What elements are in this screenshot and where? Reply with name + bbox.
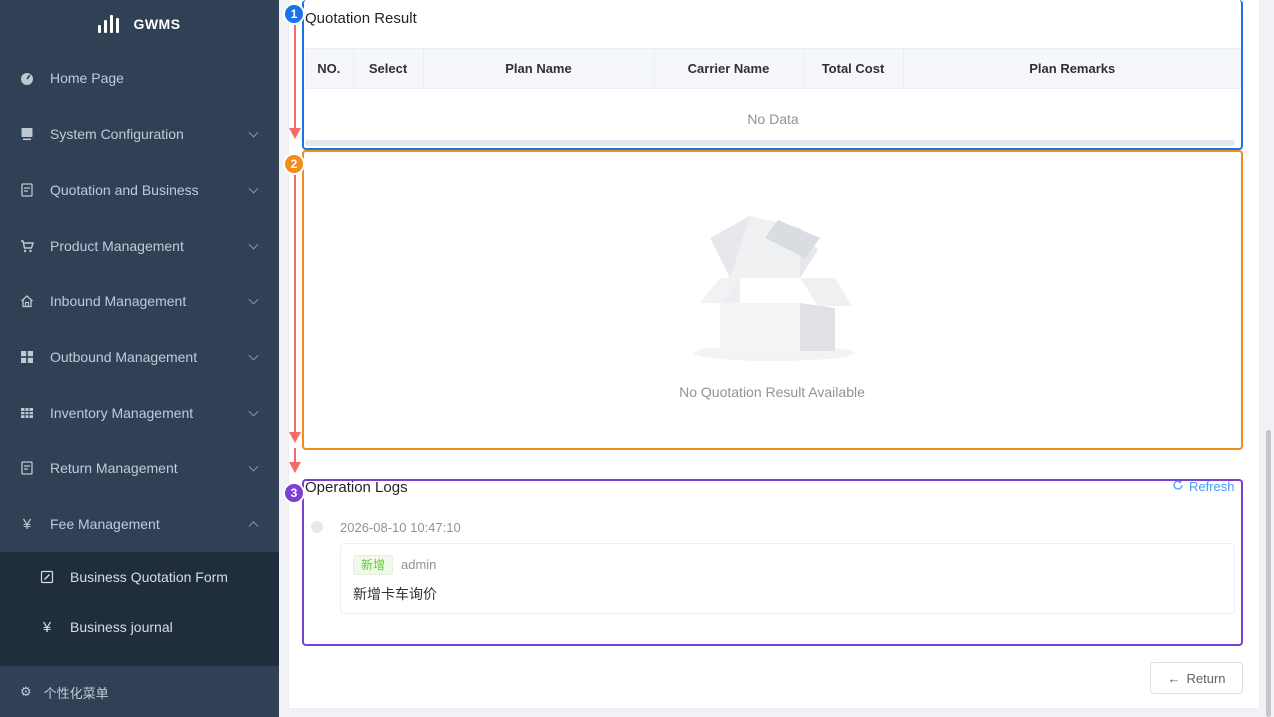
annotation-badge-2: 2 bbox=[283, 153, 305, 175]
sidebar-item-system-configuration[interactable]: System Configuration bbox=[0, 106, 279, 162]
sidebar-item-label: Home Page bbox=[50, 70, 124, 86]
sidebar-item-label: Quotation and Business bbox=[50, 182, 199, 198]
chevron-down-icon bbox=[248, 461, 259, 472]
cart-icon bbox=[20, 239, 34, 253]
sidebar-item-label: Outbound Management bbox=[50, 349, 198, 365]
arrow-left-icon: ← bbox=[1167, 670, 1181, 686]
sidebar-item-label: Inbound Management bbox=[50, 293, 187, 309]
sidebar-subitem-label: Business Quotation Form bbox=[70, 569, 228, 585]
page-scrollbar[interactable] bbox=[1266, 430, 1271, 717]
logo[interactable]: GWMS bbox=[0, 0, 279, 48]
chevron-down-icon bbox=[248, 294, 259, 305]
sidebar-item-return-management[interactable]: Return Management bbox=[0, 440, 279, 496]
chevron-down-icon bbox=[248, 350, 259, 361]
dashboard-icon bbox=[20, 71, 34, 85]
chevron-down-icon bbox=[248, 127, 259, 138]
sidebar-item-label: Product Management bbox=[50, 238, 184, 254]
document-icon bbox=[20, 461, 34, 475]
sidebar-item-home[interactable]: Home Page bbox=[0, 50, 279, 106]
chevron-down-icon bbox=[248, 183, 259, 194]
sidebar: GWMS Home Page System Configuration Quot… bbox=[0, 0, 279, 717]
sidebar-item-product-management[interactable]: Product Management bbox=[0, 218, 279, 274]
logo-text: GWMS bbox=[133, 16, 181, 32]
yen-icon: ¥ bbox=[42, 618, 52, 636]
logo-icon bbox=[98, 15, 120, 33]
personalized-menu-label: 个性化菜单 bbox=[43, 685, 109, 701]
chevron-down-icon bbox=[248, 239, 259, 250]
sidebar-item-fee-management[interactable]: ¥ Fee Management bbox=[0, 496, 279, 552]
sidebar-item-inbound-management[interactable]: Inbound Management bbox=[0, 273, 279, 329]
sidebar-subitem-business-journal[interactable]: ¥ Business journal bbox=[0, 602, 279, 652]
table-icon bbox=[20, 406, 34, 420]
yen-icon: ¥ bbox=[22, 515, 32, 533]
annotation-box-3 bbox=[302, 479, 1243, 646]
sidebar-item-label: System Configuration bbox=[50, 126, 184, 142]
sidebar-subitem-label: Business journal bbox=[70, 619, 173, 635]
flow-arrow bbox=[289, 432, 301, 443]
grid-icon bbox=[20, 350, 34, 364]
document-icon bbox=[20, 183, 34, 197]
flow-line bbox=[294, 170, 296, 434]
return-button[interactable]: ← Return bbox=[1150, 662, 1243, 694]
annotation-badge-1: 1 bbox=[283, 3, 305, 25]
annotation-box-1 bbox=[302, 0, 1243, 150]
annotation-badge-3: 3 bbox=[283, 482, 305, 504]
sidebar-item-label: Inventory Management bbox=[50, 405, 194, 421]
home-icon bbox=[20, 294, 34, 308]
flow-arrow bbox=[289, 128, 301, 139]
sidebar-subitem-business-quotation-form[interactable]: Business Quotation Form bbox=[0, 552, 279, 602]
sidebar-item-label: Return Management bbox=[50, 460, 178, 476]
chevron-up-icon bbox=[248, 521, 259, 532]
sidebar-item-quotation-business[interactable]: Quotation and Business bbox=[0, 162, 279, 218]
sidebar-item-label: Fee Management bbox=[50, 516, 160, 532]
monitor-icon bbox=[20, 127, 34, 141]
flow-line bbox=[294, 18, 296, 130]
gear-icon: ⚙ bbox=[20, 684, 32, 699]
annotation-box-2 bbox=[302, 150, 1243, 450]
personalized-menu[interactable]: ⚙ 个性化菜单 bbox=[0, 667, 279, 717]
sidebar-item-outbound-management[interactable]: Outbound Management bbox=[0, 329, 279, 385]
chevron-down-icon bbox=[248, 406, 259, 417]
sidebar-item-inventory-management[interactable]: Inventory Management bbox=[0, 385, 279, 441]
return-label: Return bbox=[1186, 670, 1226, 686]
flow-arrow bbox=[289, 462, 301, 473]
edit-icon bbox=[40, 570, 54, 584]
